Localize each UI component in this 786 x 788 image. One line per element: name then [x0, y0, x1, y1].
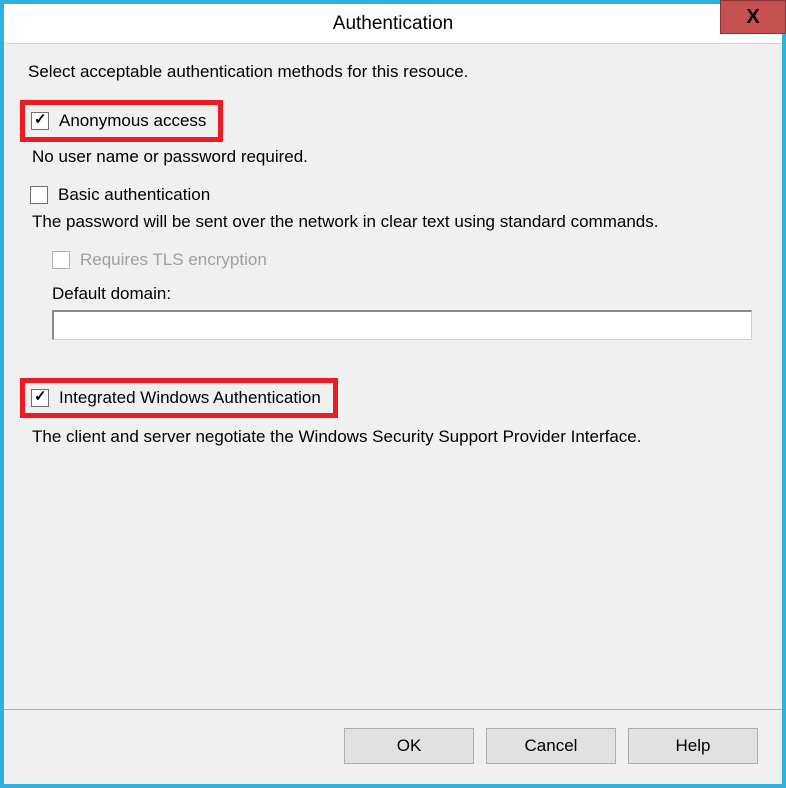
anonymous-section: Anonymous access No user name or passwor…	[28, 100, 758, 169]
cancel-button[interactable]: Cancel	[486, 728, 616, 764]
iwa-section: Integrated Windows Authentication The cl…	[28, 370, 758, 449]
titlebar: Authentication X	[4, 4, 782, 44]
anonymous-highlight: Anonymous access	[20, 100, 223, 142]
default-domain-label: Default domain:	[52, 284, 758, 304]
close-button[interactable]: X	[720, 0, 786, 34]
iwa-checkbox[interactable]	[31, 389, 49, 407]
anonymous-description: No user name or password required.	[32, 146, 758, 169]
default-domain-input[interactable]	[52, 310, 752, 340]
spacer	[28, 463, 758, 699]
tls-checkbox	[52, 251, 70, 269]
iwa-description: The client and server negotiate the Wind…	[32, 426, 758, 449]
basic-description: The password will be sent over the netwo…	[32, 211, 758, 234]
anonymous-checkbox[interactable]	[31, 112, 49, 130]
help-button[interactable]: Help	[628, 728, 758, 764]
ok-button[interactable]: OK	[344, 728, 474, 764]
button-bar: OK Cancel Help	[4, 709, 782, 784]
window-title: Authentication	[333, 13, 453, 35]
tls-row: Requires TLS encryption	[52, 250, 758, 270]
basic-section: Basic authentication The password will b…	[28, 185, 758, 340]
instruction-text: Select acceptable authentication methods…	[28, 62, 758, 82]
dialog-content: Select acceptable authentication methods…	[4, 44, 782, 709]
tls-label: Requires TLS encryption	[80, 250, 267, 270]
anonymous-label: Anonymous access	[59, 111, 206, 131]
iwa-highlight: Integrated Windows Authentication	[20, 378, 338, 418]
basic-label: Basic authentication	[58, 185, 210, 205]
authentication-dialog: Authentication X Select acceptable authe…	[0, 0, 786, 788]
iwa-label: Integrated Windows Authentication	[59, 388, 321, 408]
close-icon: X	[746, 6, 759, 29]
basic-checkbox[interactable]	[30, 186, 48, 204]
